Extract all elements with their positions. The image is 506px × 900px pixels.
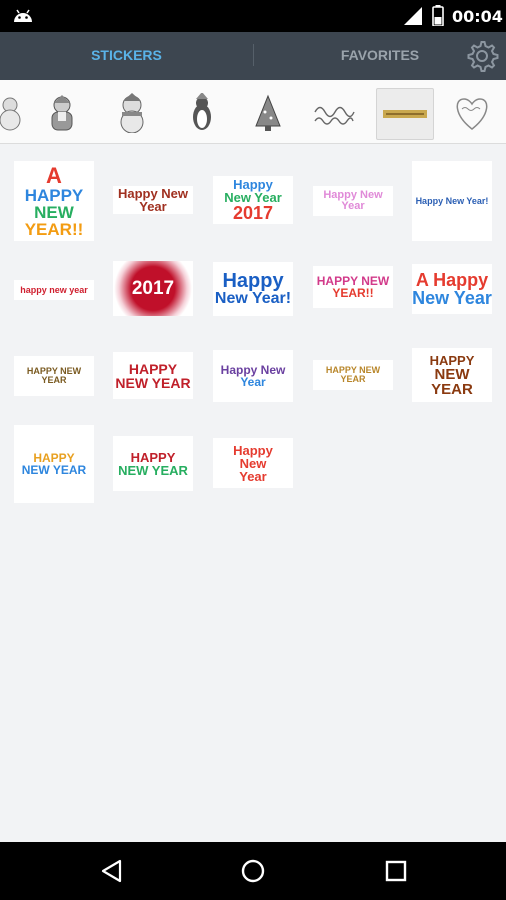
recents-button[interactable] <box>376 854 416 888</box>
tab-stickers[interactable]: STICKERS <box>0 32 253 80</box>
sticker-item[interactable]: Happy New Year <box>213 438 293 488</box>
category-happy-new-year-banner[interactable] <box>376 88 434 140</box>
category-penguin[interactable] <box>174 88 230 138</box>
sticker-text-line: NEW YEAR <box>115 374 191 391</box>
sticker-text-line: 2017 <box>232 203 274 223</box>
sticker-item[interactable]: HAPPY NEW YEAR <box>113 436 193 491</box>
sticker-text-line: HAPPY <box>128 360 178 377</box>
sticker-text-line: Happy New Year! <box>415 195 489 206</box>
sticker-text-line: HAPPY <box>24 185 84 205</box>
sticker-text: 2017 <box>113 261 193 316</box>
category-snowman[interactable] <box>104 88 160 138</box>
sticker-item[interactable]: Happy New Year <box>213 350 293 402</box>
sticker-text-line: NEW YEAR <box>431 365 473 398</box>
sticker-text-line: New Year! <box>214 290 292 307</box>
category-merry-christmas-text[interactable] <box>306 88 362 138</box>
snowman-icon <box>120 93 144 133</box>
sticker-item[interactable]: Happy New Year! <box>213 262 293 316</box>
sticker-text: Happy New Year 2017 <box>213 176 293 224</box>
sticker-text: HAPPY NEW YEAR <box>14 356 94 396</box>
battery-icon <box>432 5 444 26</box>
navigation-bar <box>0 842 506 900</box>
sticker-text: HAPPY NEW YEAR!! <box>313 266 393 308</box>
sticker-text: HAPPY NEW YEAR <box>113 436 193 491</box>
sticker-item[interactable]: Happy New Year! <box>412 161 492 241</box>
category-snowman-small[interactable] <box>0 88 38 138</box>
new-year-banner-icon <box>383 110 427 118</box>
sticker-text-line: Happy <box>222 270 284 292</box>
sticker-text: Happy New Year <box>213 350 293 402</box>
sticker-item[interactable]: A Happy New Year <box>412 264 492 314</box>
tab-divider <box>253 44 254 66</box>
sticker-text: Happy New Year <box>313 186 393 216</box>
category-bar <box>0 80 506 144</box>
sticker-text-line: HAPPY NEW YEAR <box>26 366 82 385</box>
sticker-text: HAPPY NEW YEAR <box>313 360 393 390</box>
sticker-text-line: Year <box>240 375 266 389</box>
sticker-text-line: NEW YEAR <box>21 463 87 477</box>
sticker-item[interactable]: Happy New Year <box>313 186 393 216</box>
sticker-text-line: Happy <box>233 442 273 458</box>
penguin-icon <box>193 93 211 130</box>
sticker-text-line: Happy New Year <box>117 186 189 214</box>
sticker-text: Happy New Year <box>113 186 193 214</box>
signal-icon <box>404 7 422 25</box>
christmas-tree-icon <box>255 94 281 131</box>
sticker-item[interactable]: HAPPY NEW YEAR <box>14 356 94 396</box>
gear-icon[interactable] <box>464 38 500 74</box>
sticker-text: Happy New Year <box>213 438 293 488</box>
sticker-text-line: happy new year <box>20 284 88 295</box>
sticker-text: A HAPPY NEW YEAR!! <box>14 161 94 241</box>
sticker-text-line: 2017 <box>131 278 175 299</box>
sticker-text: HAPPY NEW YEAR <box>14 425 94 503</box>
back-icon <box>101 859 122 883</box>
snowman-icon <box>0 97 21 131</box>
home-icon <box>241 859 265 883</box>
sticker-text: Happy New Year! <box>213 262 293 316</box>
home-button[interactable] <box>233 854 273 888</box>
sticker-text: HAPPY NEW YEAR <box>113 352 193 399</box>
sticker-text: Happy New Year! <box>412 161 492 241</box>
sticker-item[interactable]: A HAPPY NEW YEAR!! <box>14 161 94 241</box>
back-button[interactable] <box>92 854 132 888</box>
android-icon <box>14 9 32 22</box>
sticker-item[interactable]: HAPPY NEW YEAR!! <box>313 266 393 308</box>
sticker-text: A Happy New Year <box>412 264 492 314</box>
sticker-text-line: YEAR!! <box>332 286 374 300</box>
sticker-text-line: New <box>239 455 267 471</box>
santa-icon <box>51 95 73 131</box>
sticker-text-line: NEW <box>34 202 74 222</box>
sticker-item[interactable]: HAPPY NEW YEAR <box>313 360 393 390</box>
sticker-text-line: HAPPY <box>130 449 176 465</box>
category-christmas-tree[interactable] <box>240 88 296 138</box>
sticker-item[interactable]: happy new year <box>14 280 94 300</box>
sticker-item[interactable]: HAPPY NEW YEAR <box>14 425 94 503</box>
sticker-item[interactable]: 2017 <box>113 261 193 316</box>
sticker-text-line: Happy New Year <box>323 189 383 212</box>
sticker-text-line: A <box>46 162 62 188</box>
sticker-text-line: YEAR!! <box>24 219 84 239</box>
sticker-text-line: HAPPY <box>429 352 475 368</box>
category-heart-text[interactable] <box>444 88 500 138</box>
merry-christmas-text-icon <box>314 106 355 125</box>
sticker-item[interactable]: Happy New Year 2017 <box>213 176 293 224</box>
sticker-text-line: A Happy <box>415 270 489 290</box>
sticker-text-line: NEW YEAR <box>118 462 188 478</box>
sticker-text-line: Year <box>239 468 267 484</box>
heart-text-icon <box>456 98 488 130</box>
sticker-item[interactable]: Happy New Year <box>113 186 193 214</box>
status-bar: 00:04 <box>0 0 506 32</box>
sticker-item[interactable]: HAPPY NEW YEAR <box>113 352 193 399</box>
sticker-text-line: New Year <box>412 288 492 308</box>
clock: 00:04 <box>452 7 503 26</box>
sticker-item[interactable]: HAPPY NEW YEAR <box>412 348 492 402</box>
sticker-text: HAPPY NEW YEAR <box>412 348 492 402</box>
sticker-text-line: HAPPY NEW YEAR <box>325 365 381 384</box>
recents-icon <box>385 860 407 882</box>
category-santa[interactable] <box>34 88 90 138</box>
sticker-text: happy new year <box>14 280 94 300</box>
